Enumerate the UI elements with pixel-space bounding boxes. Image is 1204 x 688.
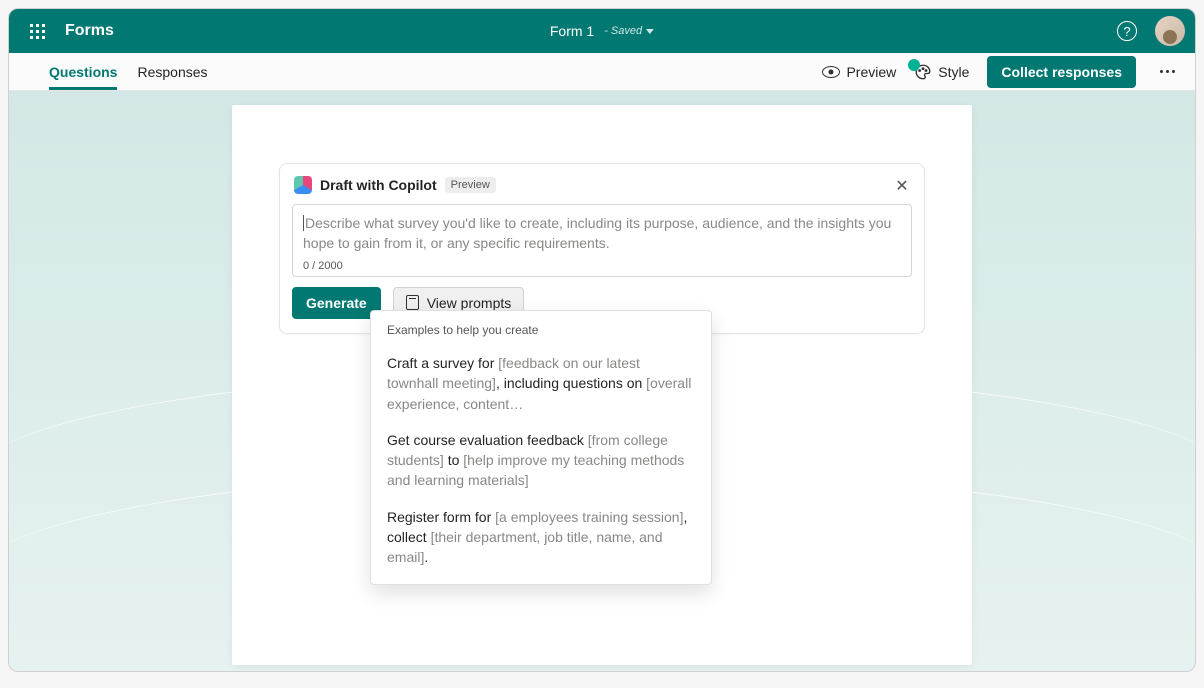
tab-questions-label: Questions (49, 64, 117, 80)
eye-icon (822, 66, 840, 78)
app-launcher-icon[interactable] (19, 13, 55, 49)
help-icon[interactable]: ? (1117, 21, 1137, 41)
tab-responses[interactable]: Responses (137, 53, 207, 90)
copilot-panel: Draft with Copilot Preview ✕ Describe wh… (279, 163, 925, 334)
preview-label: Preview (846, 64, 896, 80)
tab-questions[interactable]: Questions (49, 53, 117, 90)
avatar[interactable] (1155, 16, 1185, 46)
popup-heading: Examples to help you create (375, 323, 707, 345)
collect-responses-button[interactable]: Collect responses (987, 56, 1136, 88)
form-card: Draft with Copilot Preview ✕ Describe wh… (232, 105, 972, 665)
preview-badge: Preview (445, 177, 496, 193)
generate-button[interactable]: Generate (292, 287, 381, 319)
toolbar: Questions Responses Preview Style Collec… (9, 53, 1195, 91)
char-count: 0 / 2000 (303, 260, 901, 272)
app-window: Forms Form 1 - Saved ? Questions Respons… (8, 8, 1196, 672)
saved-status[interactable]: - Saved (604, 25, 654, 37)
generate-label: Generate (306, 295, 367, 311)
form-title[interactable]: Form 1 (550, 23, 594, 39)
style-label: Style (938, 64, 969, 80)
prompt-placeholder: Describe what survey you'd like to creat… (303, 213, 901, 254)
close-icon[interactable]: ✕ (892, 176, 912, 196)
app-header: Forms Form 1 - Saved ? (9, 9, 1195, 53)
header-title-area: Form 1 - Saved (550, 23, 654, 39)
app-name: Forms (65, 22, 114, 40)
preview-button[interactable]: Preview (822, 64, 896, 80)
prompts-popup: Examples to help you create Craft a surv… (370, 310, 712, 585)
collect-label: Collect responses (1001, 64, 1122, 80)
palette-icon (914, 63, 932, 81)
style-button[interactable]: Style (914, 63, 969, 81)
more-icon[interactable] (1154, 64, 1181, 79)
chevron-down-icon (646, 29, 654, 34)
prompt-example[interactable]: Register form for [a employees training … (375, 499, 707, 576)
view-prompts-label: View prompts (427, 295, 512, 311)
tab-responses-label: Responses (137, 64, 207, 80)
prompt-example[interactable]: Craft a survey for [feedback on our late… (375, 345, 707, 422)
saved-label: - Saved (604, 25, 642, 37)
copilot-title: Draft with Copilot (320, 177, 437, 193)
prompt-example[interactable]: Get course evaluation feedback [from col… (375, 422, 707, 499)
canvas: Draft with Copilot Preview ✕ Describe wh… (9, 91, 1195, 671)
prompt-input[interactable]: Describe what survey you'd like to creat… (292, 204, 912, 277)
copilot-icon (294, 176, 312, 194)
book-icon (406, 295, 419, 310)
